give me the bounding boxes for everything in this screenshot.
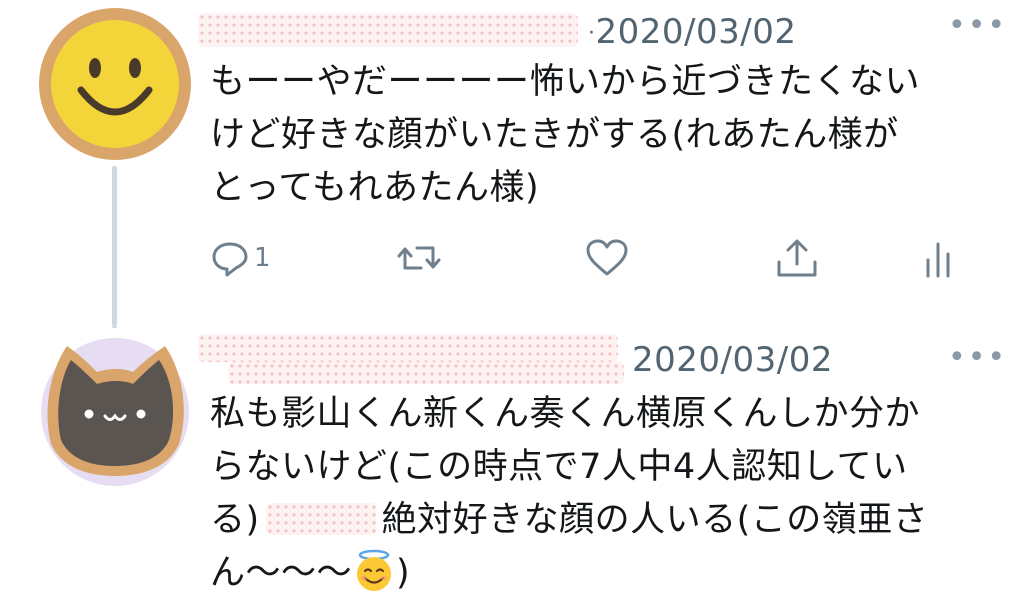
tweet-text-line: ん〜〜〜 ) [210, 547, 990, 608]
more-options-icon[interactable]: ••• [948, 11, 1007, 41]
tweet-text-line: けど好きな顔がいたきがする(れあたん様が [210, 115, 899, 155]
smiling-face-with-halo-icon [352, 548, 396, 608]
smiley-avatar-icon [39, 8, 191, 160]
heart-icon [586, 239, 628, 276]
thread-line [112, 166, 117, 326]
reply-icon [212, 242, 248, 277]
tweet-text-line: る) 絶対好きな顔の人いる(この嶺亜さ [210, 494, 990, 547]
thread-line [112, 326, 117, 328]
redacted-username-line2 [228, 362, 624, 384]
redacted-username [198, 334, 618, 362]
reply-button[interactable]: 1 [210, 238, 271, 278]
retweet-icon [397, 246, 441, 270]
tweet-text-line: もーーやだーーーー怖いから近づきたくない [210, 62, 921, 102]
analytics-button[interactable] [922, 238, 958, 278]
more-options-icon[interactable]: ••• [948, 343, 1007, 373]
like-button[interactable] [585, 238, 629, 278]
tweet-2[interactable]: 2020/03/02 ••• 私も影山くん新くん奏くん横原くんしか分か らないけ… [0, 326, 1024, 611]
redacted-username [198, 13, 578, 47]
tweet-text-line: らないけど(この時点で7人中4人認知してい [210, 447, 908, 487]
reply-count: 1 [254, 243, 271, 273]
avatar[interactable] [37, 6, 193, 162]
avatar[interactable] [37, 332, 193, 488]
tweet-text-fragment: る) [210, 500, 260, 540]
analytics-icon [926, 242, 950, 278]
tweet-text-fragment: ん〜〜〜 [210, 553, 353, 593]
tweet-text-fragment: 絶対好きな顔の人いる(この嶺亜さ [381, 500, 929, 540]
tweet-text-line: 私も影山くん新くん奏くん横原くんしか分か [210, 394, 921, 434]
share-button[interactable] [775, 238, 819, 278]
redacted-name [265, 503, 376, 535]
tweet-text-fragment: ) [396, 553, 411, 593]
retweet-button[interactable] [397, 238, 441, 278]
tweet-text-line: とってもれあたん様) [210, 168, 540, 208]
tweet-date[interactable]: ·2020/03/02 [588, 12, 796, 52]
share-icon [777, 239, 817, 277]
tweet-date[interactable]: 2020/03/02 [632, 340, 833, 380]
cat-avatar-icon [41, 338, 189, 486]
tweet-text: 私も影山くん新くん奏くん横原くんしか分か らないけど(この時点で7人中4人認知し… [210, 388, 990, 608]
tweet-text: もーーやだーーーー怖いから近づきたくない けど好きな顔がいたきがする(れあたん様… [210, 56, 990, 215]
tweet-1[interactable]: ·2020/03/02 ••• もーーやだーーーー怖いから近づきたくない けど好… [0, 0, 1024, 326]
